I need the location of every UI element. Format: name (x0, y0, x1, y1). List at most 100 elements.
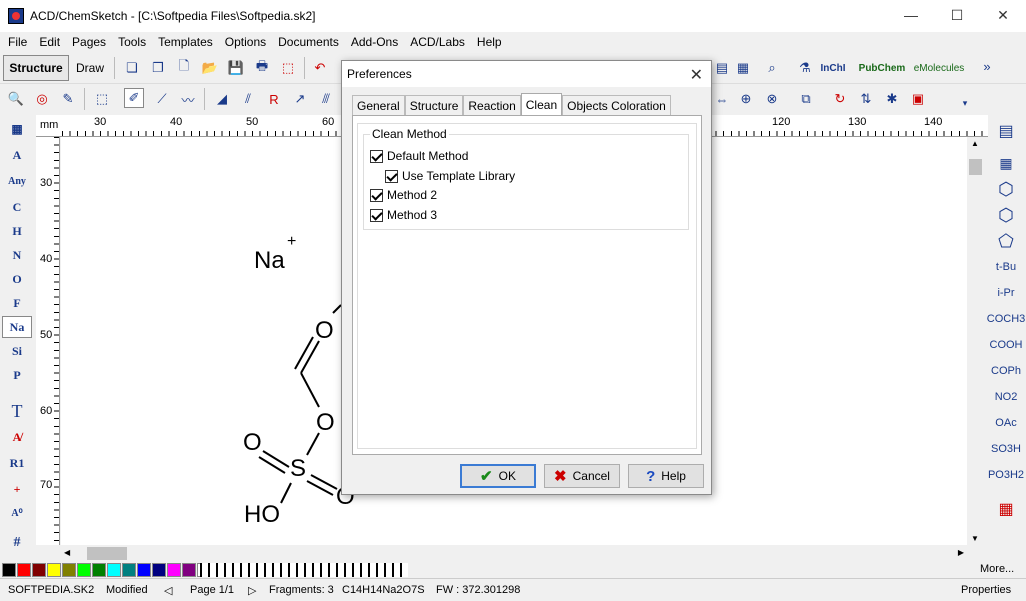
horizontal-scrollbar[interactable]: ◀ ▶ (61, 545, 967, 562)
menu-options[interactable]: Options (219, 35, 272, 49)
rotate-icon[interactable]: ◎ (32, 89, 52, 109)
color-swatch[interactable] (77, 563, 91, 577)
menu-pages[interactable]: Pages (66, 35, 112, 49)
user-templates-icon[interactable]: ▦ (988, 498, 1024, 520)
atom-na[interactable]: Na (2, 316, 32, 338)
color-swatch[interactable] (137, 563, 151, 577)
color-swatch[interactable] (122, 563, 136, 577)
method-3-checkbox[interactable] (370, 208, 383, 222)
pentagon-icon[interactable]: ⬠ (988, 230, 1024, 252)
zigzag-icon[interactable]: 〰 (178, 89, 198, 109)
bond-draw-icon[interactable]: ✐ (124, 88, 144, 108)
rotate-h-icon[interactable]: ⊕ (736, 89, 756, 109)
table-icon[interactable]: ▦ (988, 152, 1024, 174)
scroll-up-icon[interactable]: ▲ (971, 139, 979, 148)
help-button[interactable]: ? Help (628, 464, 704, 488)
ok-button[interactable]: ✔ OK (460, 464, 536, 488)
align-icon[interactable]: ⇅ (856, 89, 876, 109)
more-colors-button[interactable]: More... (980, 563, 1014, 575)
close-button[interactable]: ✕ (980, 0, 1026, 30)
scroll-right-icon[interactable]: ▶ (958, 548, 964, 557)
cancel-button[interactable]: ✖ Cancel (544, 464, 620, 488)
menu-documents[interactable]: Documents (272, 35, 345, 49)
scroll-down-icon[interactable]: ▼ (971, 534, 979, 543)
pdf-icon[interactable]: ⬚ (278, 58, 298, 78)
group-no2[interactable]: NO2 (988, 386, 1024, 408)
vscroll-thumb[interactable] (969, 159, 982, 175)
group-i-pr[interactable]: i-Pr (988, 282, 1024, 304)
chain-icon[interactable]: ⟋ (152, 89, 172, 109)
hscroll-thumb[interactable] (87, 547, 127, 560)
pages-icon[interactable]: ❐ (148, 58, 168, 78)
atom-c[interactable]: C (2, 196, 32, 218)
zoom-icon[interactable]: 🔍 (6, 89, 26, 109)
arrow-icon[interactable]: ↗ (290, 89, 310, 109)
atom-si[interactable]: Si (2, 340, 32, 362)
group-coch3[interactable]: COCH3 (987, 308, 1026, 330)
search-structure-icon[interactable]: ⌕ (762, 58, 782, 78)
tab-general[interactable]: General (352, 95, 405, 115)
menu-tools[interactable]: Tools (112, 35, 152, 49)
color-swatch[interactable] (47, 563, 61, 577)
chart-icon[interactable]: ▤ (712, 58, 732, 78)
color-swatch[interactable] (152, 563, 166, 577)
menu-help[interactable]: Help (471, 35, 508, 49)
wedge-icon[interactable]: ◢ (212, 89, 232, 109)
charge-plus[interactable]: + (2, 478, 32, 500)
group-t-bu[interactable]: t-Bu (988, 256, 1024, 278)
draw-mode-button[interactable]: Draw (72, 55, 108, 81)
page-prev-icon[interactable]: ◁ (164, 584, 172, 597)
tab-clean[interactable]: Clean (520, 93, 563, 115)
line-style-selector[interactable] (200, 563, 408, 577)
dialog-close-icon[interactable]: ✕ (690, 65, 703, 85)
toolbar2-dropdown-icon[interactable]: ▾ (960, 93, 970, 113)
hash-bond-icon[interactable]: ⫽ (238, 89, 258, 109)
text-tool[interactable]: T (2, 400, 32, 422)
r-group-icon[interactable]: R (264, 89, 284, 109)
menu-edit[interactable]: Edit (33, 35, 66, 49)
tab-reaction[interactable]: Reaction (463, 95, 521, 115)
atom-f[interactable]: F (2, 292, 32, 314)
inchi-button[interactable]: InChI (820, 58, 846, 78)
atom-a[interactable]: A (2, 144, 32, 166)
undo-icon[interactable]: ↶ (310, 58, 330, 78)
color-swatch[interactable] (167, 563, 181, 577)
group-coph[interactable]: COPh (988, 360, 1024, 382)
refresh-icon[interactable]: ↻ (830, 89, 850, 109)
atom-label-icon[interactable]: A⁰ (2, 502, 32, 524)
atom-h[interactable]: H (2, 220, 32, 242)
method-3-option[interactable]: Method 3 (370, 208, 437, 222)
color-swatch[interactable] (2, 563, 16, 577)
atom-p[interactable]: P (2, 364, 32, 386)
tab-structure[interactable]: Structure (404, 95, 464, 115)
color-swatch[interactable] (92, 563, 106, 577)
menu-acd-labs[interactable]: ACD/Labs (404, 35, 471, 49)
stereo-icon[interactable]: ⫻ (316, 89, 336, 109)
select-icon[interactable]: ⬚ (92, 89, 112, 109)
flip-icon[interactable]: ⇔ (712, 89, 732, 109)
3d-viewer-icon[interactable]: ⚗ (795, 58, 815, 78)
vertical-scrollbar[interactable]: ▲ ▼ (967, 137, 984, 545)
eraser-icon[interactable]: ✎ (58, 89, 78, 109)
periodic-table-icon[interactable]: ▦ (2, 118, 32, 140)
structure-mode-button[interactable]: Structure (3, 55, 69, 81)
default-method-checkbox[interactable] (370, 149, 383, 163)
group-oac[interactable]: OAc (988, 412, 1024, 434)
open-icon[interactable]: 📂 (200, 58, 220, 78)
new-file-icon[interactable]: 🗋 (174, 58, 194, 78)
toolbar-overflow-icon[interactable]: » (981, 56, 993, 76)
atom-n[interactable]: N (2, 244, 32, 266)
color-swatch[interactable] (182, 563, 196, 577)
minimize-button[interactable]: — (888, 0, 934, 30)
page-next-icon[interactable]: ▷ (248, 584, 256, 597)
atom-any[interactable]: Any (2, 170, 32, 192)
method-2-option[interactable]: Method 2 (370, 188, 437, 202)
atom-o[interactable]: O (2, 268, 32, 290)
template-library-option[interactable]: Use Template Library (385, 169, 515, 183)
properties-icon[interactable]: ▣ (908, 89, 928, 109)
group-icon[interactable]: ⧉ (796, 89, 816, 109)
template-library-checkbox[interactable] (385, 169, 398, 183)
menu-file[interactable]: File (2, 35, 33, 49)
group-so3h[interactable]: SO3H (988, 438, 1024, 460)
color-swatch[interactable] (17, 563, 31, 577)
